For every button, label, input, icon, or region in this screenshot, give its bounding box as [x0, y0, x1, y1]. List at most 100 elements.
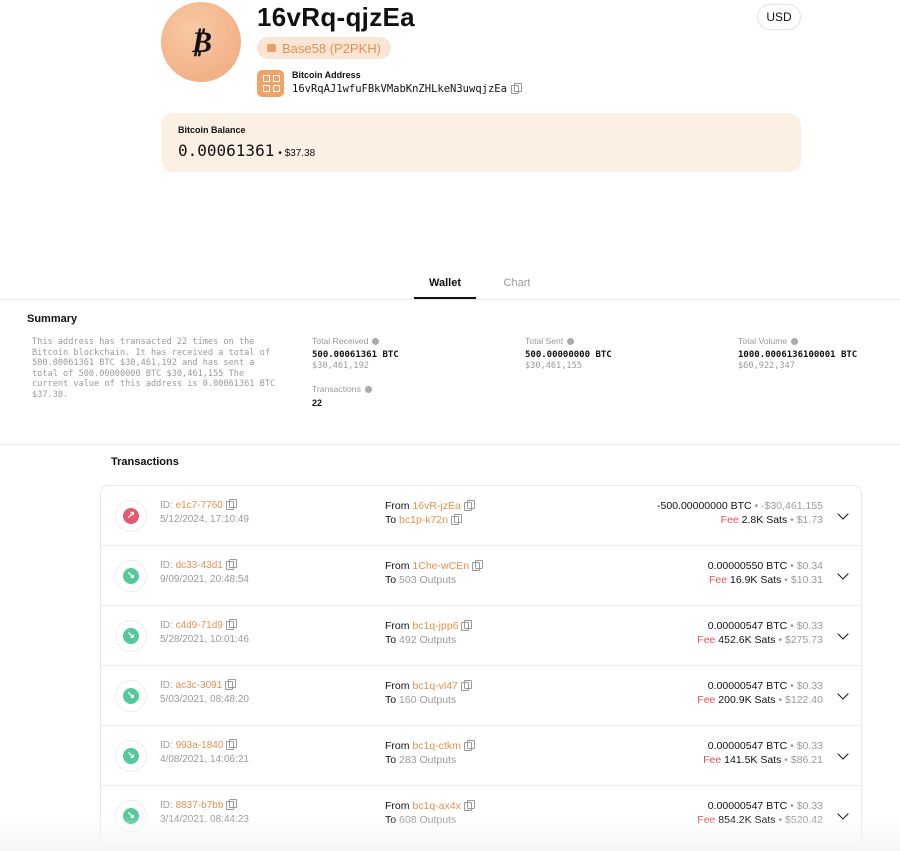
tx-amount-usd: • $0.33 — [790, 740, 823, 752]
tx-amount-column: 0.00000547 BTC • $0.33 Fee 452.6K Sats • … — [697, 619, 823, 647]
to-address-link[interactable]: bc1p-k72n — [399, 514, 448, 526]
tx-from-to-column: From bc1q-ax4x To 608 Outputs — [385, 799, 475, 827]
tx-date: 5/12/2024, 17:10:49 — [160, 514, 249, 525]
stat-label: Total Volume — [738, 336, 788, 346]
chevron-down-icon[interactable] — [837, 508, 849, 520]
chevron-down-icon[interactable] — [837, 748, 849, 760]
transaction-row[interactable]: ↘ ID: 8837-b7bb 3/14/2021, 08:44:23 From b… — [101, 786, 861, 846]
balance-card: Bitcoin Balance 0.00061361 • $37.38 — [161, 113, 801, 172]
chevron-down-icon[interactable] — [837, 808, 849, 820]
from-address-link[interactable]: bc1q-jpp6 — [412, 620, 458, 632]
address-full-row: 16vRqAJ1wfuFBkVMabKnZHLkeN3uwqjzEa — [292, 82, 522, 95]
transactions-list: ↗ ID: e1c7-7760 5/12/2024, 17:10:49 From 1… — [100, 485, 862, 847]
tx-amount: 0.00000547 BTC — [707, 620, 788, 632]
stat-total-received: Total Received 500.00061361 BTC $30,461,… — [312, 336, 399, 371]
stat-total-volume: Total Volume 1000.0006136100001 BTC $60,… — [738, 336, 857, 371]
from-label: From — [385, 560, 410, 572]
tx-id-column: ID: dc33-43d1 9/09/2021, 20:48:54 — [160, 558, 249, 587]
from-label: From — [385, 680, 410, 692]
copy-icon[interactable] — [225, 498, 237, 510]
copy-icon[interactable] — [463, 739, 475, 751]
tx-from-to-column: From bc1q-vl47 To 160 Outputs — [385, 679, 472, 707]
address-type-badge: Base58 (P2PKH) — [257, 37, 391, 59]
tx-id-link[interactable]: 993a-1840 — [176, 740, 224, 751]
stat-usd: $30,461,192 — [312, 361, 369, 371]
tx-date: 9/09/2021, 20:48:54 — [160, 574, 249, 585]
to-outputs-count: 503 Outputs — [399, 574, 457, 586]
tx-id-label: ID: — [160, 680, 173, 691]
copy-icon[interactable] — [450, 513, 462, 525]
fee-label: Fee — [703, 754, 722, 766]
tx-amount: 0.00000547 BTC — [707, 680, 788, 692]
fee-sats: 452.6K Sats — [718, 634, 776, 646]
from-address-link[interactable]: bc1q-ctkm — [412, 740, 460, 752]
stat-transactions: Transactions 22 — [312, 384, 372, 408]
fee-usd: • $10.31 — [784, 574, 823, 586]
transaction-row[interactable]: ↘ ID: dc33-43d1 9/09/2021, 20:48:54 From 1… — [101, 546, 861, 606]
fee-sats: 141.5K Sats — [724, 754, 782, 766]
from-address-link[interactable]: 16vR-jzEa — [412, 500, 460, 512]
currency-toggle-button[interactable]: USD — [757, 4, 801, 30]
tx-id-column: ID: 8837-b7bb 3/14/2021, 08:44:23 — [160, 798, 249, 827]
arrow-down-right-icon: ↘ — [123, 748, 139, 764]
tx-id-link[interactable]: 8837-b7bb — [176, 800, 224, 811]
copy-icon[interactable] — [461, 619, 473, 631]
copy-icon[interactable] — [510, 82, 522, 94]
tx-date: 4/08/2021, 14:06:21 — [160, 754, 249, 765]
tx-id-label: ID: — [160, 740, 173, 751]
copy-icon[interactable] — [226, 738, 238, 750]
tx-id-link[interactable]: dc33-43d1 — [176, 560, 223, 571]
direction-badge: ↘ — [115, 800, 147, 832]
fee-label: Fee — [720, 514, 739, 526]
fee-label: Fee — [697, 634, 716, 646]
tx-id-column: ID: e1c7-7760 5/12/2024, 17:10:49 — [160, 498, 249, 527]
transaction-row[interactable]: ↗ ID: e1c7-7760 5/12/2024, 17:10:49 From 1… — [101, 486, 861, 546]
from-address-link[interactable]: bc1q-ax4x — [412, 800, 460, 812]
tx-date: 3/14/2021, 08:44:23 — [160, 814, 249, 825]
info-icon[interactable] — [364, 385, 372, 393]
chevron-down-icon[interactable] — [837, 688, 849, 700]
tx-id-link[interactable]: e1c7-7760 — [176, 500, 223, 511]
fee-label: Fee — [697, 694, 716, 706]
stat-btc: 500.00000000 BTC — [525, 350, 612, 360]
tx-amount-usd: • $0.33 — [790, 680, 823, 692]
copy-icon[interactable] — [463, 799, 475, 811]
qr-code-icon[interactable] — [257, 70, 284, 97]
bitcoin-icon: ₿ — [189, 24, 213, 60]
tab-wallet[interactable]: Wallet — [414, 277, 476, 299]
chevron-down-icon[interactable] — [837, 568, 849, 580]
tx-amount: 0.00000547 BTC — [707, 800, 788, 812]
transaction-row[interactable]: ↘ ID: ac3c-3091 5/03/2021, 08:48:20 From b… — [101, 666, 861, 726]
copy-icon[interactable] — [463, 499, 475, 511]
copy-icon[interactable] — [225, 678, 237, 690]
copy-icon[interactable] — [471, 559, 483, 571]
to-outputs-count: 608 Outputs — [399, 814, 457, 826]
info-icon[interactable] — [791, 337, 799, 345]
tx-id-label: ID: — [160, 500, 173, 511]
summary-description: This address has transacted 22 times on … — [32, 337, 276, 400]
info-icon[interactable] — [372, 337, 380, 345]
transaction-row[interactable]: ↘ ID: 993a-1840 4/08/2021, 14:06:21 From b… — [101, 726, 861, 786]
tx-amount: -500.00000000 BTC — [657, 500, 752, 512]
transaction-row[interactable]: ↘ ID: c4d9-71d9 5/28/2021, 10:01:46 From b… — [101, 606, 861, 666]
copy-icon[interactable] — [226, 798, 238, 810]
from-address-link[interactable]: 1Che-wCEn — [412, 560, 469, 572]
copy-icon[interactable] — [460, 679, 472, 691]
tx-id-label: ID: — [160, 560, 173, 571]
chevron-down-icon[interactable] — [837, 628, 849, 640]
tx-id-link[interactable]: c4d9-71d9 — [176, 620, 223, 631]
direction-badge: ↗ — [115, 500, 147, 532]
arrow-up-right-icon: ↗ — [123, 508, 139, 524]
balance-btc: 0.00061361 — [178, 141, 275, 160]
tab-chart[interactable]: Chart — [496, 277, 538, 299]
stat-usd: $60,922,347 — [738, 361, 795, 371]
tx-id-link[interactable]: ac3c-3091 — [176, 680, 223, 691]
copy-icon[interactable] — [225, 618, 237, 630]
fee-sats: 200.9K Sats — [718, 694, 776, 706]
tx-id-column: ID: c4d9-71d9 5/28/2021, 10:01:46 — [160, 618, 249, 647]
copy-icon[interactable] — [225, 558, 237, 570]
from-address-link[interactable]: bc1q-vl47 — [412, 680, 458, 692]
tx-date: 5/28/2021, 10:01:46 — [160, 634, 249, 645]
info-icon[interactable] — [567, 337, 575, 345]
tx-amount-usd: • -$30,461,155 — [754, 500, 823, 512]
